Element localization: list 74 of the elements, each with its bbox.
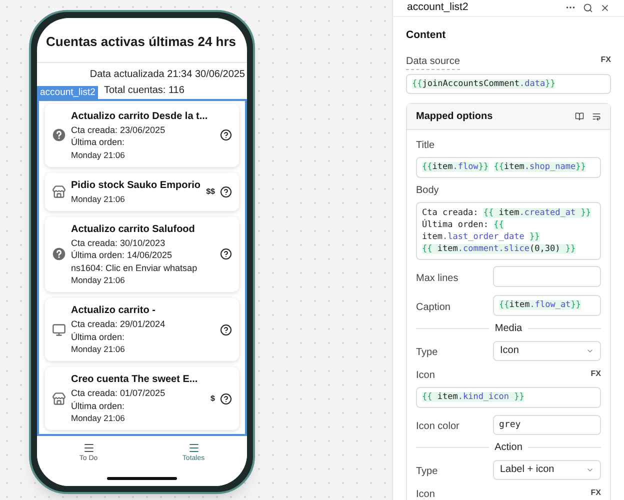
type-select[interactable]: Label + icon [493, 460, 601, 480]
card-caption: Monday 21:06 [71, 274, 126, 286]
card-body-line: Cta creada: 23/06/2025 [71, 124, 166, 136]
field-label: Body [416, 184, 440, 198]
code-field[interactable]: {{ item.kind_icon }} [416, 386, 601, 408]
menu-icon [82, 442, 95, 454]
field-label: Title [416, 138, 436, 152]
help-icon[interactable] [220, 248, 232, 260]
type-select[interactable]: Icon [493, 340, 601, 360]
card-title: Actualizo carrito Desde la t... [71, 110, 209, 124]
close-icon[interactable] [600, 2, 610, 13]
code-field[interactable]: {{item.flow}} {{item.shop_name}} [416, 156, 601, 178]
code-field[interactable]: {{item.flow_at}} [493, 295, 601, 316]
card-body-line: Cta creada: 30/10/2023 [71, 236, 166, 249]
card-title: Creo cuenta The sweet E... [71, 373, 199, 387]
monitor-icon [52, 322, 66, 336]
field-label: Type [416, 346, 438, 358]
field-label: Max lines [416, 272, 458, 284]
field-label: Caption [416, 302, 450, 312]
field-label: Icon color [416, 420, 460, 432]
component-tag: account_list2 [37, 86, 98, 98]
card-caption: Monday 21:06 [71, 192, 126, 204]
card-heading: Mapped options [416, 110, 493, 124]
card-body-line: Última orden: [71, 136, 126, 148]
card-body-line: Cta creada: 01/07/2025 [71, 387, 166, 400]
card-body-line: Última orden: 14/06/2025 [71, 249, 174, 262]
field-label: Icon [416, 488, 435, 500]
card-body-line: ns1604: Clic en Enviar whatsap [71, 262, 198, 274]
card-body-line: Última orden: [71, 330, 126, 343]
card-body-line: Última orden: [71, 400, 126, 412]
menu-icon [188, 442, 200, 454]
card-title: Pidio stock Sauko Emporio [71, 178, 202, 192]
total-text: Total cuentas: 116 [104, 84, 184, 98]
section-divider-label: Media [494, 322, 522, 336]
store-icon [52, 392, 66, 406]
code-field[interactable] [493, 266, 601, 287]
fx-toggle[interactable]: FX [590, 368, 601, 382]
help-icon [52, 128, 66, 142]
home-indicator [107, 477, 177, 480]
updated-text: Data actualizada 21:34 30/06/2025 [88, 68, 246, 82]
price-label: $$ [206, 186, 215, 198]
help-icon [52, 247, 66, 262]
account-card[interactable]: Creo cuenta The sweet E... Cta creada: 01/07/2025 Última orden: Monday 21:06 $ [45, 367, 239, 430]
section-title: Content [406, 28, 447, 43]
wrap-icon[interactable] [592, 112, 601, 120]
fx-toggle[interactable]: FX [600, 54, 611, 70]
price-label: $ [210, 392, 215, 404]
field-label: Type [416, 466, 438, 476]
card-caption: Monday 21:06 [71, 412, 126, 424]
color-field[interactable]: grey [493, 414, 601, 434]
card-caption: Monday 21:06 [71, 148, 126, 160]
card-title: Actualizo carrito Salufood [71, 222, 196, 236]
code-field[interactable]: {{joinAccountsComment.data}} [406, 74, 611, 94]
account-card[interactable]: Pidio stock Sauko Emporio Monday 21:06 $$ [45, 172, 239, 210]
book-icon[interactable] [575, 112, 584, 120]
account-card[interactable]: Actualizo carrito - Cta creada: 29/01/2024 Última orden: Monday 21:06 [45, 298, 239, 361]
help-icon[interactable] [220, 129, 232, 141]
search-icon[interactable] [583, 2, 593, 13]
card-title: Actualizo carrito - [71, 304, 156, 318]
card-body-line: Cta creada: 29/01/2024 [71, 318, 166, 330]
screen-title: Cuentas activas últimas 24 hrs [37, 18, 247, 62]
help-icon[interactable] [220, 392, 232, 404]
card-caption: Monday 21:06 [71, 343, 126, 355]
field-label: Data source [406, 54, 460, 70]
help-icon[interactable] [220, 186, 232, 198]
fx-toggle[interactable]: FX [590, 486, 601, 500]
code-field[interactable]: Cta creada: {{ item.created_at }} Última orden: {{ item.last_order_date }} {{ item.comment.slice(0,30) }} [416, 202, 601, 260]
section-divider-label: Action [494, 440, 522, 454]
store-icon [52, 184, 66, 198]
account-card[interactable]: Actualizo carrito Salufood Cta creada: 30/10/2023 Última orden: 14/06/2025 ns1604: Clic en Enviar whatsap Monday 21:06 [45, 216, 239, 292]
account-card[interactable]: Actualizo carrito Desde la t... Cta creada: 23/06/2025 Última orden: Monday 21:06 [45, 104, 239, 166]
panel-title: account_list2 [407, 0, 468, 15]
help-icon[interactable] [220, 324, 232, 336]
field-label: Icon [416, 368, 435, 382]
